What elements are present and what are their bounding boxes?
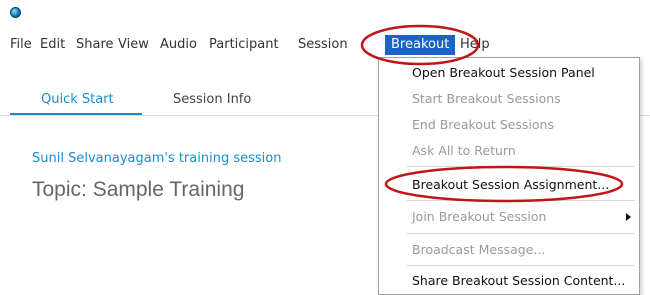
menu-item-join-breakout-session: Join Breakout Session [379, 205, 639, 229]
menu-bar: File Edit Share View Audio Participant S… [0, 32, 650, 58]
menu-edit[interactable]: Edit [40, 36, 65, 54]
menu-item-label: Share Breakout Session Content... [412, 273, 626, 288]
menu-session[interactable]: Session [298, 36, 348, 54]
menu-separator [407, 265, 635, 266]
menu-file[interactable]: File [10, 36, 32, 54]
menu-help[interactable]: Help [460, 36, 490, 54]
menu-item-broadcast-message: Broadcast Message... [379, 238, 639, 262]
tab-quick-start[interactable]: Quick Start [41, 92, 114, 107]
tab-session-info[interactable]: Session Info [173, 92, 251, 107]
menu-item-label: Broadcast Message... [412, 242, 546, 257]
menu-share[interactable]: Share [76, 36, 114, 54]
menu-item-open-breakout-session-panel[interactable]: Open Breakout Session Panel [379, 61, 639, 85]
menu-item-label: Start Breakout Sessions [412, 91, 561, 106]
submenu-arrow-icon [626, 213, 631, 221]
menu-participant[interactable]: Participant [209, 36, 279, 54]
menu-item-label: End Breakout Sessions [412, 117, 554, 132]
app-logo-icon [10, 7, 21, 18]
breakout-dropdown-menu: Open Breakout Session Panel Start Breako… [378, 57, 640, 295]
menu-item-share-breakout-session-content[interactable]: Share Breakout Session Content... [379, 269, 639, 293]
menu-item-label: Breakout Session Assignment... [412, 177, 610, 192]
menu-item-label: Join Breakout Session [412, 209, 547, 224]
menu-breakout[interactable]: Breakout [385, 35, 456, 55]
menu-item-start-breakout-sessions: Start Breakout Sessions [379, 87, 639, 111]
menu-separator [407, 233, 635, 234]
menu-item-ask-all-to-return: Ask All to Return [379, 139, 639, 163]
menu-item-label: Open Breakout Session Panel [412, 65, 595, 80]
menu-item-end-breakout-sessions: End Breakout Sessions [379, 113, 639, 137]
menu-item-breakout-session-assignment[interactable]: Breakout Session Assignment... [379, 173, 639, 197]
session-name: Sunil Selvanayagam's training session [32, 151, 282, 166]
menu-item-label: Ask All to Return [412, 143, 516, 158]
menu-audio[interactable]: Audio [160, 36, 197, 54]
menu-view[interactable]: View [118, 36, 149, 54]
menu-separator [407, 166, 635, 167]
menu-separator [407, 200, 635, 201]
session-topic: Topic: Sample Training [32, 178, 245, 201]
